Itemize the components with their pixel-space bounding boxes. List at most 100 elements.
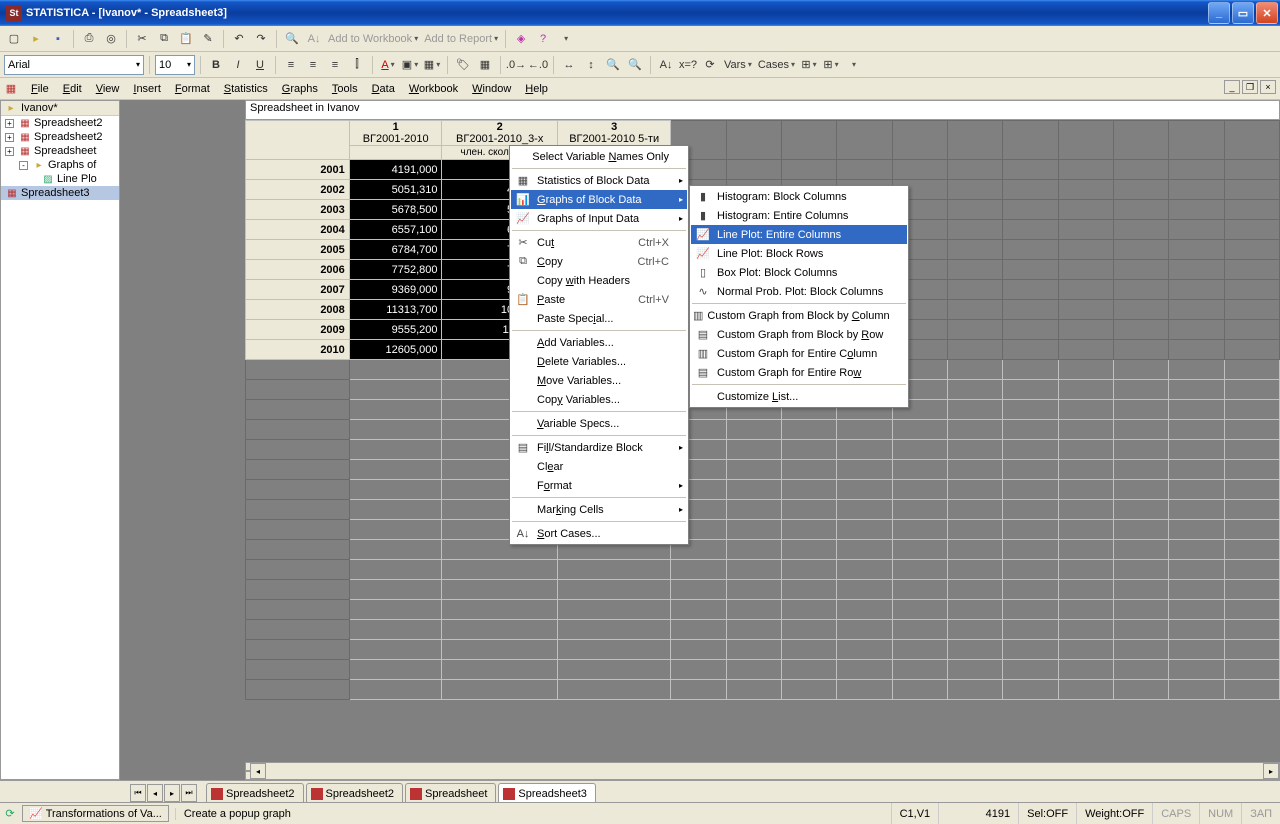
empty-cell[interactable]: [557, 640, 670, 660]
row-header[interactable]: 2003: [246, 200, 350, 220]
find-icon[interactable]: 🔍: [282, 29, 302, 49]
sub-custom-entire-col[interactable]: ▥Custom Graph for Entire Column: [691, 344, 907, 363]
empty-cell[interactable]: [892, 500, 947, 520]
empty-cell[interactable]: [726, 520, 781, 540]
empty-cell[interactable]: [1058, 340, 1113, 360]
empty-cell[interactable]: [726, 580, 781, 600]
ctx-sort[interactable]: A↓Sort Cases...: [511, 524, 687, 543]
cut-icon[interactable]: ✂: [132, 29, 152, 49]
underline-icon[interactable]: U: [250, 55, 270, 75]
empty-cell[interactable]: [349, 500, 442, 520]
empty-cell[interactable]: [671, 600, 726, 620]
empty-col[interactable]: [1003, 121, 1058, 160]
print-preview-icon[interactable]: ◎: [101, 29, 121, 49]
empty-col[interactable]: [1169, 121, 1224, 160]
empty-cell[interactable]: [1003, 680, 1058, 700]
empty-cell[interactable]: [726, 560, 781, 580]
empty-cell[interactable]: [1169, 400, 1224, 420]
tab-nav-next[interactable]: ▸: [164, 784, 180, 802]
tree-item[interactable]: +▦Spreadsheet2: [1, 116, 119, 130]
sub-hist-block[interactable]: ▮Histogram: Block Columns: [691, 187, 907, 206]
empty-cell[interactable]: [1058, 640, 1113, 660]
empty-cell[interactable]: [1003, 540, 1058, 560]
tree-graphs-folder[interactable]: -▸Graphs of: [1, 158, 119, 172]
empty-cell[interactable]: [947, 280, 1002, 300]
empty-cell[interactable]: [1058, 600, 1113, 620]
empty-cell[interactable]: [349, 640, 442, 660]
empty-cell[interactable]: [1003, 380, 1058, 400]
row-header[interactable]: 2007: [246, 280, 350, 300]
menu-file[interactable]: File: [24, 81, 56, 97]
add-to-workbook-button[interactable]: Add to Workbook: [326, 33, 420, 45]
zoom-icon[interactable]: 🔍: [603, 55, 623, 75]
ctx-format[interactable]: Format▸: [511, 476, 687, 495]
empty-cell[interactable]: [442, 580, 557, 600]
empty-cell[interactable]: [1113, 380, 1168, 400]
mdi-minimize-button[interactable]: _: [1224, 80, 1240, 94]
empty-cell[interactable]: [349, 360, 442, 380]
empty-cell[interactable]: [837, 620, 892, 640]
empty-cell[interactable]: [892, 600, 947, 620]
expand-icon[interactable]: +: [5, 147, 14, 156]
empty-row-header[interactable]: [246, 460, 350, 480]
macro-icon[interactable]: ◈: [511, 29, 531, 49]
empty-cell[interactable]: [892, 660, 947, 680]
row-header[interactable]: 2006: [246, 260, 350, 280]
empty-cell[interactable]: [557, 660, 670, 680]
empty-cell[interactable]: [557, 620, 670, 640]
empty-cell[interactable]: [1003, 560, 1058, 580]
new-icon[interactable]: ▢: [4, 29, 24, 49]
empty-cell[interactable]: [1003, 480, 1058, 500]
vars-button[interactable]: Vars: [722, 59, 754, 71]
font-size-selector[interactable]: 10▾: [155, 55, 195, 75]
chart1-icon[interactable]: ⊞: [799, 55, 819, 75]
empty-cell[interactable]: [349, 560, 442, 580]
sub-custom-entire-row[interactable]: ▤Custom Graph for Entire Row: [691, 363, 907, 382]
empty-cell[interactable]: [1169, 340, 1224, 360]
ctx-move-vars[interactable]: Move Variables...: [511, 371, 687, 390]
empty-cell[interactable]: [671, 640, 726, 660]
empty-cell[interactable]: [1169, 300, 1224, 320]
empty-cell[interactable]: [1224, 200, 1279, 220]
tab-nav-first[interactable]: ⏮: [130, 784, 146, 802]
empty-cell[interactable]: [349, 680, 442, 700]
workbook-tree[interactable]: ▸Ivanov* +▦Spreadsheet2+▦Spreadsheet2+▦S…: [0, 100, 120, 780]
ctx-copy-headers[interactable]: Copy with Headers: [511, 271, 687, 290]
menu-statistics[interactable]: Statistics: [217, 81, 275, 97]
empty-cell[interactable]: [1224, 180, 1279, 200]
empty-cell[interactable]: [1113, 160, 1168, 180]
empty-col[interactable]: [1058, 121, 1113, 160]
decimal-dec-icon[interactable]: ←.0: [528, 55, 548, 75]
empty-cell[interactable]: [349, 580, 442, 600]
empty-cell[interactable]: [1003, 280, 1058, 300]
empty-cell[interactable]: [1058, 580, 1113, 600]
empty-cell[interactable]: [1003, 340, 1058, 360]
empty-cell[interactable]: [947, 320, 1002, 340]
empty-cell[interactable]: [837, 680, 892, 700]
empty-cell[interactable]: [1113, 560, 1168, 580]
column-header[interactable]: 1ВГ2001-2010: [349, 121, 442, 146]
menu-insert[interactable]: Insert: [126, 81, 168, 97]
ctx-paste[interactable]: 📋PasteCtrl+V: [511, 290, 687, 309]
sort-az-icon[interactable]: A↓: [656, 55, 676, 75]
empty-cell[interactable]: [1113, 420, 1168, 440]
empty-cell[interactable]: [1224, 380, 1279, 400]
empty-cell[interactable]: [1058, 300, 1113, 320]
empty-cell[interactable]: [1169, 500, 1224, 520]
empty-cell[interactable]: [1058, 460, 1113, 480]
data-cell[interactable]: 4191,000: [349, 160, 442, 180]
empty-cell[interactable]: [892, 160, 947, 180]
minimize-button[interactable]: _: [1208, 2, 1230, 24]
empty-row-header[interactable]: [246, 560, 350, 580]
empty-cell[interactable]: [1224, 360, 1279, 380]
row-header[interactable]: 2002: [246, 180, 350, 200]
align-center-icon[interactable]: ≡: [303, 55, 323, 75]
empty-cell[interactable]: [1169, 600, 1224, 620]
empty-cell[interactable]: [557, 680, 670, 700]
empty-cell[interactable]: [947, 640, 1002, 660]
paste-icon[interactable]: 📋: [176, 29, 196, 49]
empty-cell[interactable]: [349, 460, 442, 480]
empty-cell[interactable]: [947, 680, 1002, 700]
tree-item-selected[interactable]: ▦Spreadsheet3: [1, 186, 119, 200]
ctx-paste-special[interactable]: Paste Special...: [511, 309, 687, 328]
